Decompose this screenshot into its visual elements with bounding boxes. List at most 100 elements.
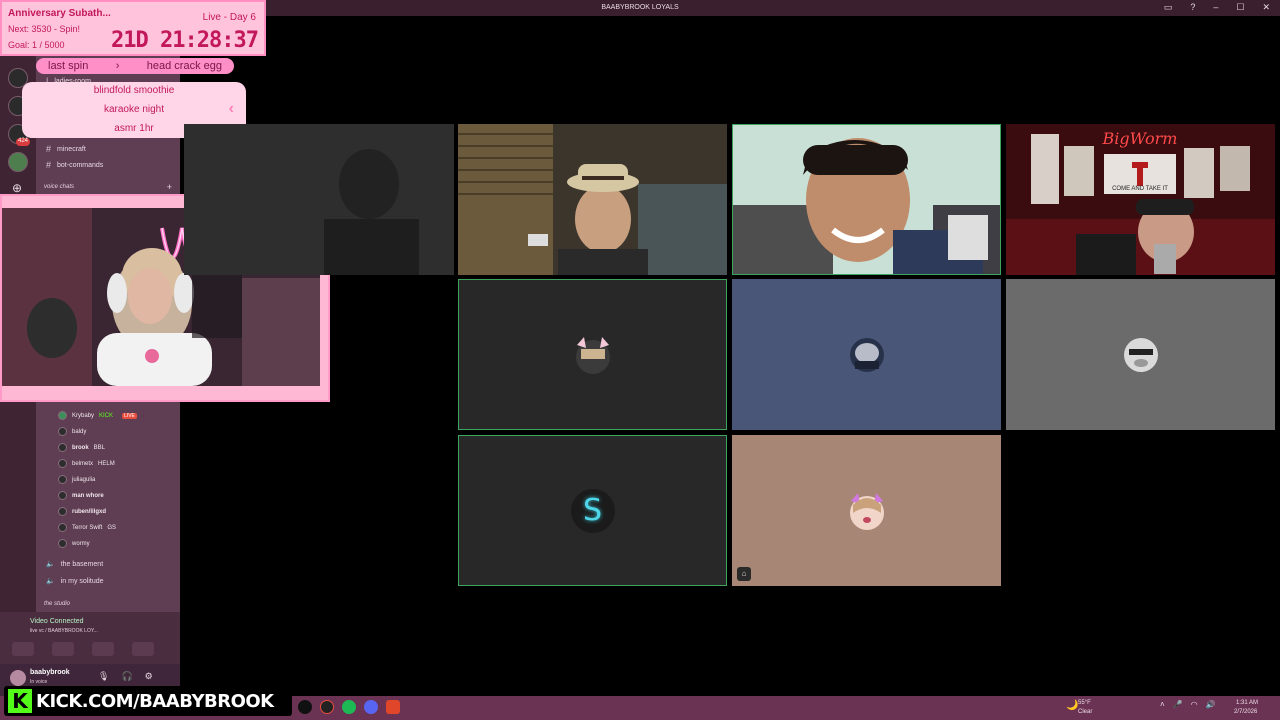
wifi-icon[interactable]: ◠ <box>1191 700 1198 709</box>
member-item[interactable]: baldy <box>58 427 86 436</box>
tiktok-icon[interactable] <box>298 700 312 714</box>
webcam-feed <box>184 124 454 275</box>
category-the-studio[interactable]: the studio <box>44 601 70 607</box>
webcam-tile-smile[interactable] <box>732 124 1001 275</box>
inbox-icon[interactable]: ▭ <box>1164 2 1173 13</box>
avatar <box>58 491 67 500</box>
last-spin-label: last spin <box>48 60 89 72</box>
voice-channel-item[interactable]: 🔈 the basement <box>46 560 103 569</box>
bigworm-sign: BigWorm <box>1102 129 1178 148</box>
hash-icon: # <box>46 160 52 170</box>
last-spin-value: head crack egg <box>146 60 222 72</box>
spotify-icon[interactable] <box>342 700 356 714</box>
avatar-tile-owl[interactable] <box>732 279 1001 430</box>
webcam-tile-bigworm[interactable]: BigWorm COME AND TAKE IT <box>1006 124 1275 275</box>
member-item[interactable]: belmetx HELM <box>58 459 115 468</box>
member-item[interactable]: Terror Swift GS <box>58 523 116 532</box>
avatar <box>58 539 67 548</box>
webcam-feed: BigWorm COME AND TAKE IT <box>1006 124 1275 275</box>
user-status: In voice <box>30 679 48 685</box>
mention-badge: 424 <box>16 138 30 146</box>
avatar-tile-cat[interactable] <box>458 279 727 430</box>
add-server-icon[interactable]: ⊕ <box>12 181 22 195</box>
s-logo-avatar: S <box>570 488 615 533</box>
avatar-tile-s[interactable]: S <box>458 435 727 586</box>
moon-icon: 🌙 <box>1066 700 1079 711</box>
screenshare-button[interactable] <box>52 642 74 656</box>
username: baabybrook <box>30 669 70 676</box>
subathon-next: Next: 3530 - Spin! <box>8 24 81 34</box>
avatar <box>58 507 67 516</box>
maximize-button[interactable]: ☐ <box>1236 2 1244 13</box>
mic-icon[interactable]: 🎤 <box>1173 700 1183 709</box>
owl-avatar <box>849 337 884 372</box>
speaker-icon: 🔈 <box>46 578 55 585</box>
subathon-goal: Goal: 1 / 5000 <box>8 40 65 50</box>
server-icon[interactable] <box>8 152 28 172</box>
voice-channel-item[interactable]: 🔈 in my solitude <box>46 577 104 586</box>
subathon-card: Anniversary Subath... Next: 3530 - Spin!… <box>0 0 266 56</box>
avatar <box>58 459 67 468</box>
member-item[interactable]: wormy <box>58 539 90 548</box>
headphones-icon[interactable]: 🎧 <box>121 671 132 682</box>
webcam-tile-hat[interactable] <box>458 124 727 275</box>
add-channel-icon[interactable]: + <box>167 182 172 192</box>
weather-label: Clear <box>1078 709 1093 715</box>
avatar-tile-girl[interactable]: ⌂ <box>732 435 1001 586</box>
minimize-button[interactable]: – <box>1213 2 1218 13</box>
member-item[interactable]: juliagulia <box>58 475 95 484</box>
voice-status-title: Video Connected <box>30 618 84 625</box>
come-and-take-it-flag: COME AND TAKE IT <box>1112 186 1168 192</box>
avatar[interactable] <box>10 670 26 686</box>
webcam-feed <box>458 124 727 275</box>
chevron-up-icon[interactable]: ˄ <box>1160 700 1165 709</box>
kick-logo: K <box>8 689 32 713</box>
discord-icon[interactable] <box>364 700 378 714</box>
anime-girl-avatar <box>849 492 884 530</box>
webcam-feed <box>733 125 1000 274</box>
soundboard-button[interactable] <box>132 642 154 656</box>
subathon-timer: 21D 21:28:37 <box>111 28 259 53</box>
help-icon[interactable]: ? <box>1190 2 1195 13</box>
avatar <box>58 443 67 452</box>
camera-button[interactable] <box>12 642 34 656</box>
category-voice-chats[interactable]: voice chats <box>44 184 74 190</box>
member-item[interactable]: man whore <box>58 491 104 500</box>
channel-item[interactable]: # bot-commands <box>46 160 103 170</box>
avatar <box>58 523 67 532</box>
avatar-tile-meme[interactable] <box>1006 279 1275 430</box>
voice-status-subtitle: live vc / BAABYBROOK LOY... <box>30 628 98 634</box>
kick-url: KICK.COM/BAABYBROOK <box>36 690 274 712</box>
live-day: Live - Day 6 <box>202 12 256 23</box>
clock-date[interactable]: 2/7/2026 <box>1234 709 1257 715</box>
speaker-icon: 🔈 <box>46 561 55 568</box>
gear-icon[interactable]: ⚙ <box>145 671 153 682</box>
member-item[interactable]: Krybaby KICK LIVE <box>58 411 137 420</box>
live-badge: LIVE <box>122 412 137 419</box>
channel-item[interactable]: # minecraft <box>46 144 86 154</box>
meme-avatar <box>1123 337 1158 372</box>
close-button[interactable]: ✕ <box>1262 2 1270 13</box>
chevron-right-icon: › <box>115 60 120 72</box>
cat-ear-avatar <box>575 336 610 374</box>
kick-banner: K KICK.COM/BAABYBROOK <box>4 686 292 716</box>
mic-icon[interactable]: 🎙 <box>98 671 109 682</box>
obs-icon[interactable] <box>320 700 334 714</box>
volume-icon[interactable]: 🔊 <box>1206 700 1216 709</box>
chevron-left-icon: ‹ <box>228 100 234 117</box>
weather-temp: 55°F <box>1078 700 1091 706</box>
subathon-title: Anniversary Subath... <box>8 8 111 19</box>
member-item[interactable]: brook BBL <box>58 443 105 452</box>
avatar <box>58 427 67 436</box>
webcam-tile-dim[interactable] <box>184 124 454 275</box>
clock-time[interactable]: 1:31 AM <box>1236 700 1258 706</box>
member-item[interactable]: ruben/lilgxd <box>58 507 106 516</box>
brave-icon[interactable] <box>386 700 400 714</box>
avatar <box>58 475 67 484</box>
spin-option: karaoke night <box>103 104 165 115</box>
avatar <box>58 411 67 420</box>
voice-status-panel: Video Connected live vc / BAABYBROOK LOY… <box>0 612 180 664</box>
spin-option: blindfold smoothie <box>93 85 175 96</box>
activity-icon[interactable]: ⌂ <box>737 567 751 581</box>
activities-button[interactable] <box>92 642 114 656</box>
